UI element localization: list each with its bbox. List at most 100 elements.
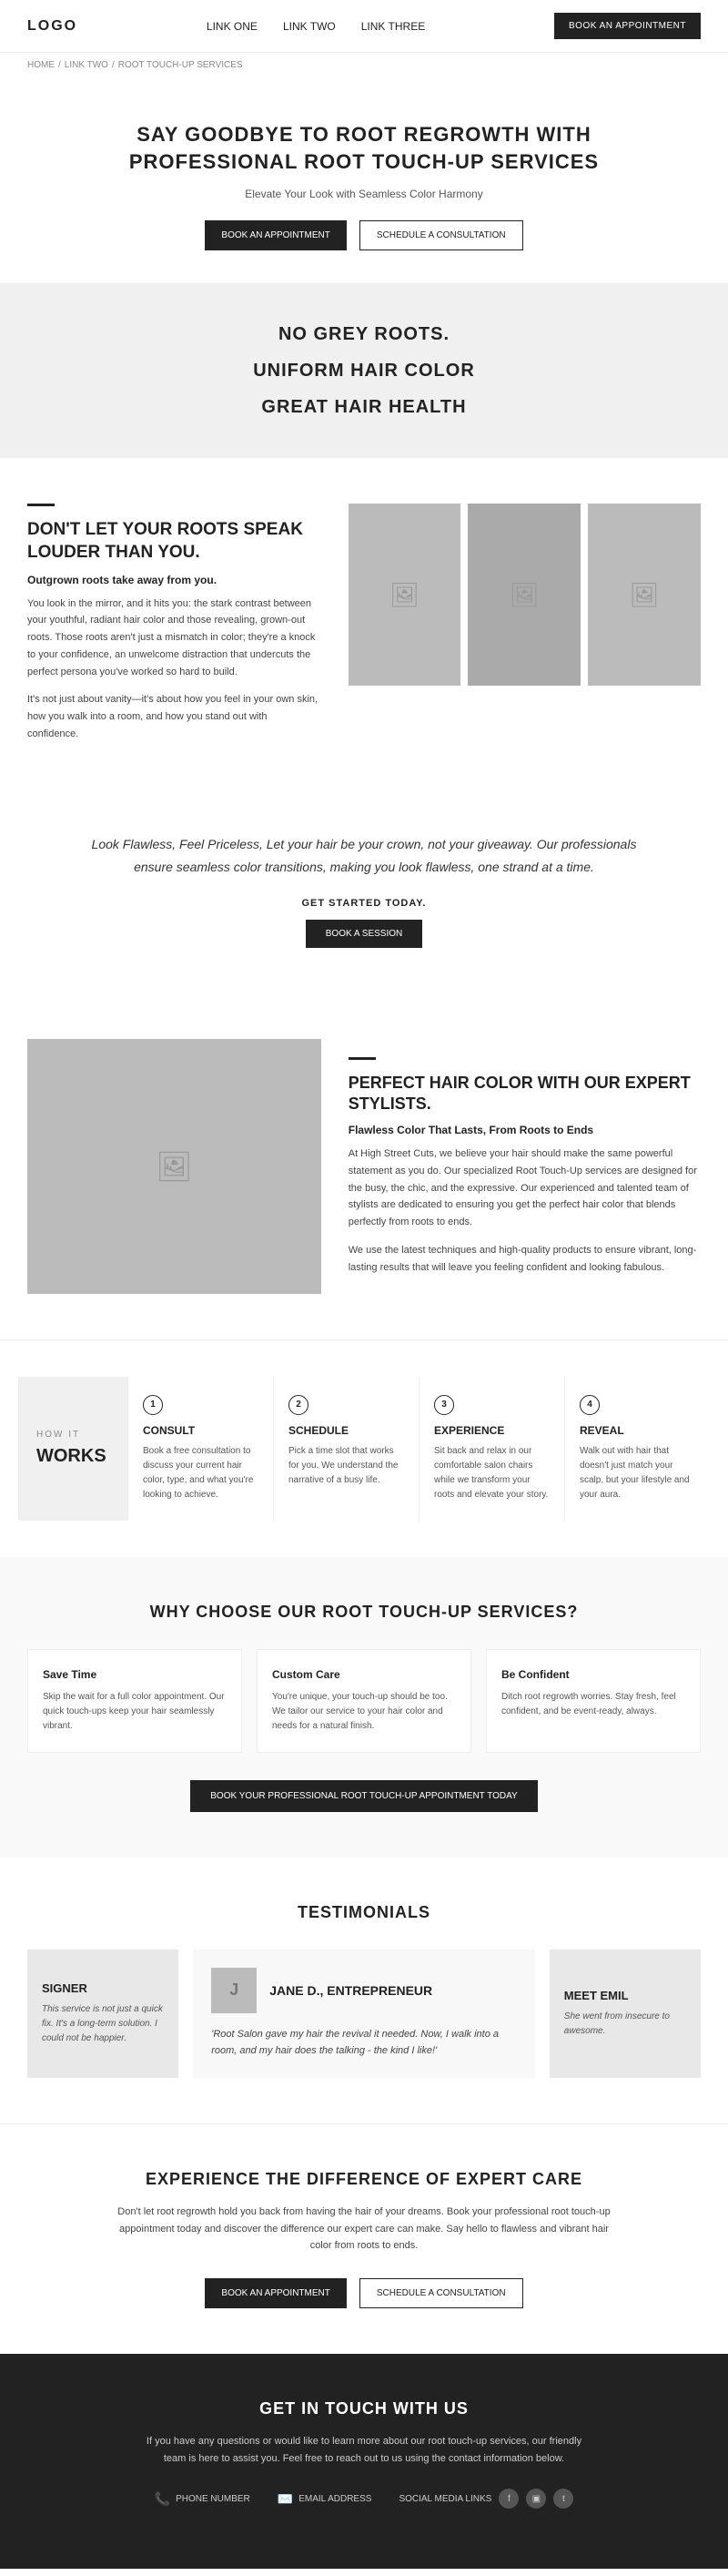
testimonial-info: JANE D., ENTREPRENEUR	[269, 1983, 432, 1998]
experience-text: Don't let root regrowth hold you back fr…	[109, 2204, 619, 2255]
roots-image-3: 🖼	[588, 504, 701, 686]
twitter-icon[interactable]: t	[553, 2489, 573, 2509]
why-cards: Save Time Skip the wait for a full color…	[27, 1649, 701, 1753]
roots-subtitle: Outgrown roots take away from you.	[27, 574, 321, 586]
experience-section: EXPERIENCE THE DIFFERENCE OF EXPERT CARE…	[0, 2123, 728, 2354]
experience-heading: EXPERIENCE THE DIFFERENCE OF EXPERT CARE	[73, 2170, 655, 2189]
breadcrumb-current: ROOT TOUCH-UP SERVICES	[118, 60, 243, 70]
step-num-4: 4	[580, 1395, 600, 1415]
how-step-2: 2 Schedule Pick a time slot that works f…	[273, 1377, 419, 1521]
facebook-icon[interactable]: f	[499, 2489, 519, 2509]
image-icon-1: 🖼	[389, 581, 420, 609]
expert-section: 🖼 PERFECT HAIR COLOR WITH OUR EXPERT STY…	[0, 993, 728, 1339]
step-title-1: Consult	[143, 1424, 258, 1437]
footer-social-links: SOCIAL MEDIA LINKS f ▣ t	[399, 2489, 573, 2509]
why-cta-button[interactable]: BOOK YOUR PROFESSIONAL ROOT TOUCH-UP APP…	[190, 1780, 537, 1812]
breadcrumb: HOME / LINK TWO / ROOT TOUCH-UP SERVICES	[0, 53, 728, 77]
testimonial-row: SIGNER This service is not just a quick …	[27, 1950, 701, 2078]
testimonial-header: J JANE D., ENTREPRENEUR	[211, 1968, 517, 2013]
footer-phone: 📞 PHONE NUMBER	[155, 2489, 250, 2509]
hero-buttons: BOOK AN APPOINTMENT SCHEDULE A CONSULTAT…	[73, 220, 655, 250]
testimonials-heading: TESTIMONIALS	[27, 1903, 701, 1922]
benefit-line-2: UNIFORM HAIR COLOR	[33, 352, 695, 389]
breadcrumb-home[interactable]: HOME	[27, 60, 55, 70]
book-session-button[interactable]: BOOK A SESSION	[306, 920, 422, 948]
phone-icon: 📞	[155, 2491, 170, 2507]
email-label: EMAIL ADDRESS	[298, 2494, 371, 2504]
how-step-4: 4 Reveal Walk out with hair that doesn't…	[564, 1377, 710, 1521]
hero-schedule-button[interactable]: SCHEDULE A CONSULTATION	[359, 220, 523, 250]
testimonial-quote: 'Root Salon gave my hair the revival it …	[211, 2026, 517, 2060]
experience-buttons: BOOK AN APPOINTMENT SCHEDULE A CONSULTAT…	[73, 2278, 655, 2308]
how-title: WORKS	[36, 1445, 109, 1467]
experience-book-button[interactable]: BOOK AN APPOINTMENT	[205, 2278, 346, 2308]
nav-book-button[interactable]: BOOK AN APPOINTMENT	[554, 13, 701, 39]
why-choose-section: WHY CHOOSE OUR ROOT TOUCH-UP SERVICES? S…	[0, 1557, 728, 1858]
why-card-title-1: Save Time	[43, 1668, 227, 1681]
navbar: LOGO LINK ONE LINK TWO LINK THREE BOOK A…	[0, 0, 728, 53]
testimonial-name: JANE D., ENTREPRENEUR	[269, 1983, 432, 1998]
step-text-2: Pick a time slot that works for you. We …	[288, 1444, 404, 1488]
testimonial-main: J JANE D., ENTREPRENEUR 'Root Salon gave…	[193, 1950, 535, 2078]
why-card-3: Be Confident Ditch root regrowth worries…	[486, 1649, 701, 1753]
how-steps: 1 Consult Book a free consultation to di…	[127, 1377, 710, 1521]
testimonial-left-name: SIGNER	[42, 1981, 164, 1995]
testimonials-section: TESTIMONIALS SIGNER This service is not …	[0, 1858, 728, 2123]
roots-image-2: 🖼	[468, 504, 581, 686]
why-card-text-1: Skip the wait for a full color appointme…	[43, 1690, 227, 1734]
cta-label: GET STARTED TODAY.	[91, 898, 637, 909]
nav-link-3[interactable]: LINK THREE	[361, 20, 425, 33]
expert-subtitle: Flawless Color That Lasts, From Roots to…	[349, 1124, 701, 1136]
expert-accent-line	[349, 1057, 376, 1060]
footer: GET IN TOUCH WITH US If you have any que…	[0, 2354, 728, 2569]
roots-image-1: 🖼	[349, 504, 461, 686]
footer-contacts: 📞 PHONE NUMBER ✉️ EMAIL ADDRESS SOCIAL M…	[27, 2489, 701, 2509]
breadcrumb-link-two[interactable]: LINK TWO	[65, 60, 108, 70]
why-card-2: Custom Care You're unique, your touch-up…	[257, 1649, 471, 1753]
quote-text: Look Flawless, Feel Priceless, Let your …	[91, 833, 637, 879]
accent-line	[27, 504, 55, 506]
roots-text: DON'T LET YOUR ROOTS SPEAK LOUDER THAN Y…	[27, 504, 321, 742]
experience-schedule-button[interactable]: SCHEDULE A CONSULTATION	[359, 2278, 523, 2308]
how-step-3: 3 Experience Sit back and relax in our c…	[419, 1377, 564, 1521]
roots-images: 🖼 🖼 🖼	[349, 504, 701, 686]
step-num-3: 3	[434, 1395, 454, 1415]
why-choose-heading: WHY CHOOSE OUR ROOT TOUCH-UP SERVICES?	[27, 1603, 701, 1622]
testimonial-right-text: She went from insecure to awesome.	[564, 2010, 686, 2039]
testimonial-avatar: J	[211, 1968, 257, 2013]
image-icon-3: 🖼	[630, 581, 660, 609]
testimonial-left-text: This service is not just a quick fix. It…	[42, 2002, 164, 2046]
why-card-1: Save Time Skip the wait for a full color…	[27, 1649, 242, 1753]
why-card-title-3: Be Confident	[501, 1668, 685, 1681]
image-icon-2: 🖼	[510, 581, 540, 609]
hero-book-button[interactable]: BOOK AN APPOINTMENT	[205, 220, 346, 250]
roots-heading: DON'T LET YOUR ROOTS SPEAK LOUDER THAN Y…	[27, 519, 321, 564]
step-text-4: Walk out with hair that doesn't just mat…	[580, 1444, 695, 1502]
logo: LOGO	[27, 18, 77, 35]
expert-text: PERFECT HAIR COLOR WITH OUR EXPERT STYLI…	[349, 1039, 701, 1277]
footer-email: ✉️ EMAIL ADDRESS	[278, 2489, 372, 2509]
nav-link-1[interactable]: LINK ONE	[207, 20, 258, 33]
how-it-works-section: HOW IT WORKS 1 Consult Book a free consu…	[0, 1339, 728, 1557]
step-title-2: Schedule	[288, 1424, 404, 1437]
nav-link-2[interactable]: LINK TWO	[283, 20, 336, 33]
how-title-box: HOW IT WORKS	[18, 1377, 127, 1521]
benefit-line-3: GREAT HAIR HEALTH	[33, 389, 695, 425]
expert-image: 🖼	[27, 1039, 321, 1294]
why-card-text-2: You're unique, your touch-up should be t…	[272, 1690, 456, 1734]
step-num-2: 2	[288, 1395, 308, 1415]
phone-label: PHONE NUMBER	[176, 2494, 250, 2504]
testimonial-right: MEET EMIL She went from insecure to awes…	[550, 1950, 701, 2078]
hero-heading: SAY GOODBYE TO ROOT REGROWTH WITH PROFES…	[73, 121, 655, 175]
roots-para1: You look in the mirror, and it hits you:…	[27, 596, 321, 680]
instagram-icon[interactable]: ▣	[526, 2489, 546, 2509]
hero-section: SAY GOODBYE TO ROOT REGROWTH WITH PROFES…	[0, 77, 728, 283]
why-card-title-2: Custom Care	[272, 1668, 456, 1681]
step-title-4: Reveal	[580, 1424, 695, 1437]
roots-section: DON'T LET YOUR ROOTS SPEAK LOUDER THAN Y…	[0, 458, 728, 788]
expert-image-icon: 🖼	[156, 1149, 193, 1184]
expert-para2: We use the latest techniques and high-qu…	[349, 1242, 701, 1276]
step-num-1: 1	[143, 1395, 163, 1415]
expert-para1: At High Street Cuts, we believe your hai…	[349, 1145, 701, 1230]
how-label: HOW IT	[36, 1430, 109, 1440]
